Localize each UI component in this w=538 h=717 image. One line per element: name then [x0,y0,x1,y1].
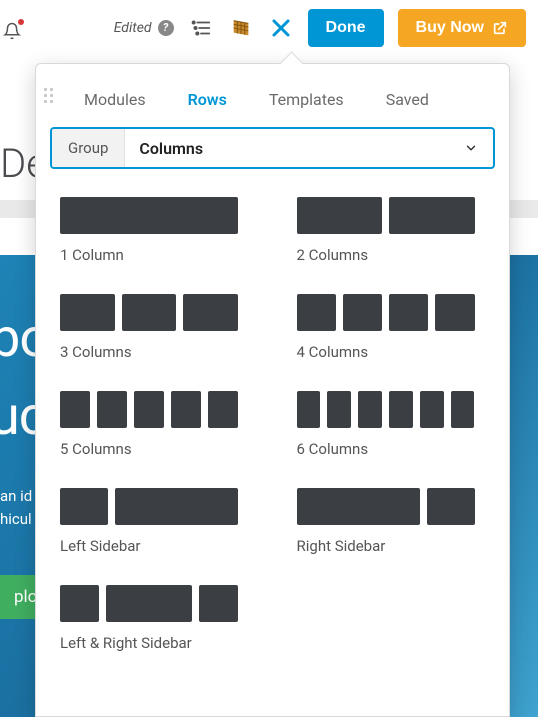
layout-thumb [60,391,238,428]
layout-thumb [60,197,238,234]
layout-thumb [297,294,475,331]
layout-caption: Left Sidebar [60,537,249,555]
layout-caption: 6 Columns [297,440,486,458]
group-label: Group [52,129,125,167]
row-layout-card[interactable]: 3 Columns [60,294,249,361]
waffle-icon[interactable] [228,15,254,41]
help-icon[interactable]: ? [158,20,174,36]
row-layout-card[interactable]: Left Sidebar [60,488,249,555]
done-button[interactable]: Done [308,9,384,47]
layout-thumb [60,294,238,331]
row-layout-card[interactable]: 6 Columns [297,391,486,458]
layout-thumb [297,197,475,234]
layout-thumb [297,488,475,525]
row-layout-card[interactable]: Left & Right Sidebar [60,585,249,652]
notification-dot-icon [18,19,24,25]
buy-label: Buy Now [416,19,484,37]
row-layout-card[interactable]: Right Sidebar [297,488,486,555]
tab-templates[interactable]: Templates [269,90,344,109]
notification-bell[interactable] [3,22,23,44]
edited-label: Edited [114,20,152,36]
builder-toolbar: Edited ? Done Buy Now [0,0,538,55]
layout-caption: 5 Columns [60,440,249,458]
layout-caption: 2 Columns [297,246,486,264]
chevron-down-icon[interactable] [449,129,493,167]
row-layouts-grid: 1 Column 2 Columns 3 Columns 4 Columns 5 Col… [36,169,509,662]
content-panel: Modules Rows Templates Saved Group Colum… [35,63,510,717]
edited-status: Edited ? [114,20,174,36]
close-icon[interactable] [268,15,294,41]
row-layout-card[interactable]: 5 Columns [60,391,249,458]
layout-caption: Left & Right Sidebar [60,634,249,652]
panel-tabs: Modules Rows Templates Saved [36,64,509,127]
tab-rows[interactable]: Rows [188,90,227,109]
group-select[interactable]: Group Columns [50,127,495,169]
group-value[interactable]: Columns [125,129,449,167]
buy-now-button[interactable]: Buy Now [398,9,526,47]
row-layout-card[interactable]: 2 Columns [297,197,486,264]
outline-icon[interactable] [188,15,214,41]
layout-caption: 3 Columns [60,343,249,361]
bg-hero-copy: an id hicul [0,485,32,532]
layout-caption: 4 Columns [297,343,486,361]
external-link-icon [492,20,508,36]
drag-handle-icon[interactable] [44,88,53,103]
layout-thumb [297,391,475,428]
row-layout-card[interactable]: 1 Column [60,197,249,264]
tab-modules[interactable]: Modules [84,90,146,109]
layout-caption: Right Sidebar [297,537,486,555]
layout-caption: 1 Column [60,246,249,264]
tab-saved[interactable]: Saved [386,90,429,109]
row-layout-card[interactable]: 4 Columns [297,294,486,361]
layout-thumb [60,585,238,622]
layout-thumb [60,488,238,525]
